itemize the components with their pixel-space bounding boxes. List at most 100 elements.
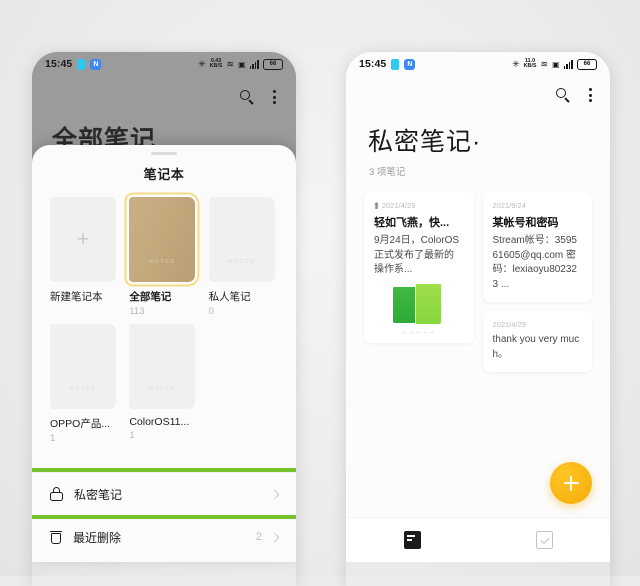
status-time: 15:45 (45, 58, 73, 70)
status-bar-left-group: 15:45 N (45, 58, 102, 70)
bluetooth-icon: ✳ (512, 58, 520, 69)
battery-icon: 66 (263, 58, 283, 70)
notebook-item-new[interactable]: 新建笔记本 (50, 197, 119, 317)
note-card[interactable]: 2021/4/29 thank you very much。 (482, 311, 592, 373)
signal-icon (249, 59, 259, 69)
add-note-fab[interactable] (550, 462, 592, 504)
overflow-menu-icon[interactable] (273, 90, 276, 104)
note-date-row: 2021/4/29 (493, 320, 583, 329)
sheet-title: 笔记本 (143, 167, 185, 182)
notebook-count: 0 (208, 306, 214, 317)
notebook-watermark: NOTES (69, 386, 97, 392)
note-date: 2021/9/24 (492, 201, 526, 210)
note-date: 2021/4/29 (382, 201, 416, 210)
notebook-label: 私人笔记 (208, 291, 251, 303)
chevron-right-icon (269, 532, 280, 542)
notebook-cover: NOTES (129, 324, 196, 409)
notebook-bottom-sheet: 笔记本 新建笔记本 NOTES 全部笔记 113 (32, 145, 296, 562)
sheet-drag-handle[interactable] (151, 152, 177, 155)
private-notes-row-wrapper: 私密笔记 (32, 468, 296, 519)
add-notebook-icon (50, 197, 116, 282)
data-rate-unit: KB/S (209, 63, 223, 69)
todo-tab-icon[interactable] (535, 531, 553, 549)
note-body: 9月24日，ColorOS正式发布了最新的操作系... (374, 235, 460, 276)
data-rate-unit: KB/S (523, 63, 537, 69)
status-bar-right-group: ✳ 11.0 KB/S ≋ ▣ 66 (512, 58, 597, 70)
dimmed-app-header: 全部笔记 (32, 76, 296, 156)
note-headline: 轻如飞燕，快... (374, 217, 450, 229)
note-thumbnail-dots (374, 331, 464, 334)
trash-icon (50, 530, 62, 544)
search-icon[interactable] (556, 87, 571, 103)
app-badge-icon: N (404, 58, 416, 70)
pill-indicator-icon (77, 58, 86, 70)
sim-icon: ▣ (552, 59, 560, 69)
row-count: 2 (255, 531, 262, 543)
status-bar-left-group: 15:45 N (359, 58, 416, 70)
row-label: 最近删除 (73, 530, 122, 545)
data-rate-indicator: 11.0 KB/S (523, 59, 537, 69)
note-date: 2021/4/29 (492, 320, 526, 330)
notebook-watermark: NOTES (149, 386, 176, 392)
notebook-item-all[interactable]: NOTES 全部笔记 113 (129, 197, 198, 317)
notes-column-right: 2021/9/24 某帐号和密码 Stream帐号：359561605@qq.c… (482, 192, 592, 373)
signal-icon (563, 59, 573, 69)
notebook-item-coloros[interactable]: NOTES ColorOS11... 1 (129, 324, 198, 444)
status-bar-left: 15:45 N ✳ 0.43 KB/S ≋ ▣ 66 (32, 52, 296, 76)
lock-icon (50, 487, 63, 501)
app-badge-icon: N (90, 58, 102, 70)
notes-tab-icon[interactable] (403, 531, 421, 549)
notebook-grid: 新建笔记本 NOTES 全部笔记 113 NOTES (32, 183, 296, 444)
notebook-count: 1 (50, 433, 56, 444)
sidebar-item-private-notes[interactable]: 私密笔记 (32, 472, 296, 515)
note-body: thank you very much。 (492, 334, 580, 360)
bottom-navigation (346, 517, 610, 562)
status-bar-right: 15:45 N ✳ 11.0 KB/S ≋ ▣ 66 (346, 52, 610, 76)
status-bar-right-group: ✳ 0.43 KB/S ≋ ▣ 66 (198, 58, 283, 70)
note-thumbnail-book-icon (392, 283, 445, 327)
notes-grid: 2021/4/29 轻如飞燕，快... 9月24日，ColorOS正式发布了最新… (346, 178, 610, 373)
pin-icon (374, 202, 379, 209)
chevron-right-icon (269, 489, 280, 499)
overflow-menu-icon[interactable] (589, 88, 592, 102)
wifi-icon: ≋ (226, 58, 235, 69)
notebook-count: 1 (129, 430, 135, 441)
search-icon[interactable] (240, 89, 255, 105)
notebook-label: ColorOS11... (129, 416, 190, 428)
bluetooth-icon: ✳ (198, 58, 206, 69)
left-phone: 15:45 N ✳ 0.43 KB/S ≋ ▣ 66 全部笔记 笔记本 + 新建… (32, 52, 296, 586)
notebook-watermark: NOTES (149, 259, 176, 265)
notebook-label: 新建笔记本 (50, 291, 103, 303)
notebook-cover: NOTES (50, 324, 116, 409)
notebook-watermark: NOTES (228, 259, 255, 265)
note-count-subtitle: 3 项笔记 (369, 167, 406, 178)
pill-indicator-icon (391, 58, 400, 70)
wifi-icon: ≋ (540, 58, 549, 69)
notebook-count: 113 (129, 306, 145, 317)
note-date-row: 2021/9/24 (493, 201, 583, 210)
header-actions (48, 76, 280, 118)
right-screen: 15:45 N ✳ 11.0 KB/S ≋ ▣ 66 私密笔记· 3 项笔记 2… (346, 52, 610, 562)
notebook-item-oppo[interactable]: NOTES OPPO产品... 1 (50, 324, 119, 444)
row-label: 私密笔记 (74, 487, 123, 502)
sidebar-item-recently-deleted[interactable]: 最近删除 2 (32, 515, 296, 558)
sheet-list: 私密笔记 最近删除 2 (32, 468, 296, 562)
notebook-item-private[interactable]: NOTES 私人笔记 0 (208, 197, 278, 317)
notebook-cover: NOTES (208, 197, 275, 282)
notes-column-left: 2021/4/29 轻如飞燕，快... 9月24日，ColorOS正式发布了最新… (364, 192, 474, 344)
header-actions (346, 76, 610, 114)
screenshot-stage: 15:45 N ✳ 0.43 KB/S ≋ ▣ 66 全部笔记 笔记本 + 新建… (0, 0, 640, 576)
notebook-label: 全部笔记 (129, 291, 172, 303)
note-body: Stream帐号：359561605@qq.com 密码：lexiaoyu802… (492, 235, 578, 290)
sim-icon: ▣ (238, 59, 246, 69)
data-rate-indicator: 0.43 KB/S (209, 59, 223, 69)
right-phone: 15:45 N ✳ 11.0 KB/S ≋ ▣ 66 私密笔记· 3 项笔记 2… (346, 52, 610, 586)
status-time: 15:45 (359, 58, 387, 70)
note-headline: 某帐号和密码 (492, 217, 559, 229)
notebook-cover-gold: NOTES (129, 197, 196, 282)
note-card[interactable]: 2021/9/24 某帐号和密码 Stream帐号：359561605@qq.c… (482, 192, 592, 303)
left-screen: 15:45 N ✳ 0.43 KB/S ≋ ▣ 66 全部笔记 笔记本 + 新建… (32, 52, 296, 562)
notebook-label: OPPO产品... (50, 418, 111, 430)
battery-icon: 66 (577, 58, 597, 70)
note-card[interactable]: 2021/4/29 轻如飞燕，快... 9月24日，ColorOS正式发布了最新… (364, 192, 474, 344)
